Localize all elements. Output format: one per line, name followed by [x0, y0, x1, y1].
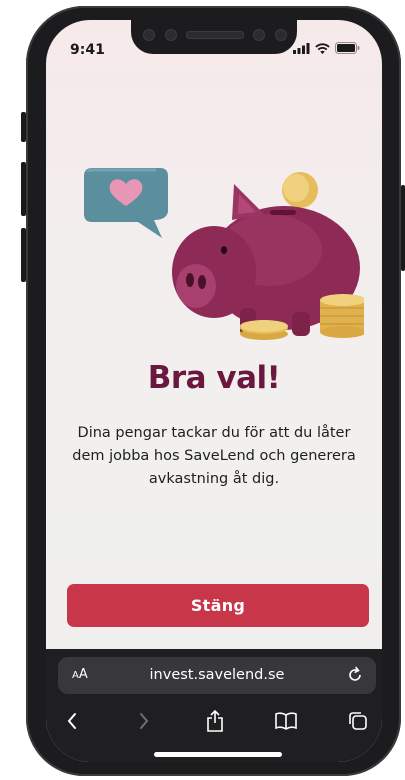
phone-frame: 9:41 Bra val! Dina pengar tackar du för … [26, 6, 401, 776]
close-button[interactable]: Stäng [67, 584, 369, 627]
tabs-button[interactable] [344, 707, 372, 735]
bookmarks-icon [275, 712, 297, 730]
notch [131, 20, 297, 54]
sensor-dot [143, 29, 155, 41]
phone-screen: 9:41 Bra val! Dina pengar tackar du för … [46, 20, 382, 762]
back-button[interactable] [58, 707, 86, 735]
bookmarks-button[interactable] [272, 707, 300, 735]
address-bar[interactable]: AA invest.savelend.se [58, 657, 376, 694]
tabs-icon [349, 712, 367, 730]
speaker-grille [186, 31, 244, 39]
power-button [401, 185, 405, 271]
forward-button[interactable] [130, 707, 158, 735]
modal-message: Dina pengar tackar du för att du låter d… [72, 425, 356, 487]
piggy-bank-illustration [84, 168, 364, 340]
signal-icon [293, 42, 310, 54]
back-icon [67, 713, 76, 729]
battery-icon [335, 42, 360, 54]
reload-icon[interactable] [346, 666, 364, 684]
share-button[interactable] [201, 707, 229, 735]
forward-icon [140, 713, 149, 729]
wifi-icon [315, 42, 330, 54]
sensor-dot [253, 29, 265, 41]
sensor-dot [165, 29, 177, 41]
status-icons [293, 42, 360, 54]
browser-nav-row [46, 707, 382, 737]
url-text: invest.savelend.se [149, 667, 285, 683]
modal-title: Bra val! [147, 360, 281, 396]
share-icon [207, 710, 223, 732]
status-time: 9:41 [70, 42, 105, 58]
safari-toolbar: AA invest.savelend.se [46, 649, 382, 762]
front-camera [275, 29, 287, 41]
home-indicator[interactable] [154, 752, 282, 757]
